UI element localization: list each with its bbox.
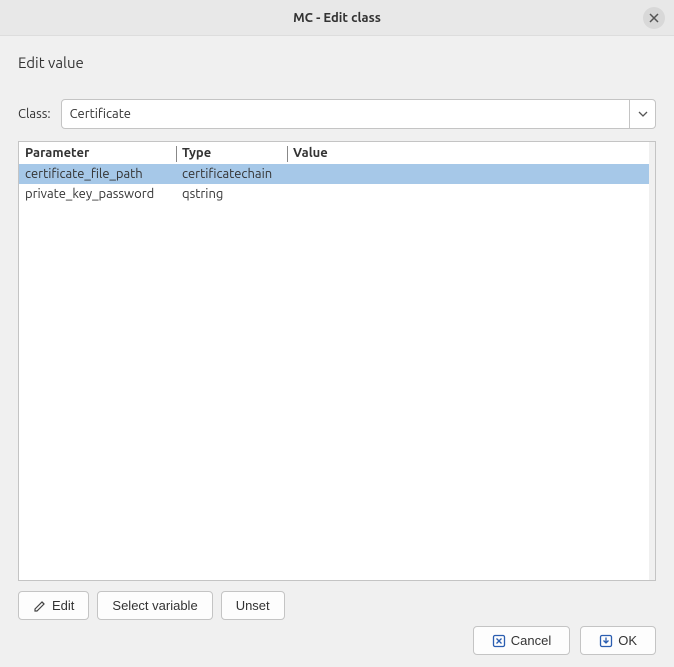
unset-button[interactable]: Unset	[221, 591, 285, 620]
ok-icon	[599, 634, 613, 648]
header-value[interactable]: Value	[287, 142, 655, 164]
cell-value	[287, 164, 655, 184]
parameter-table-wrapper: Parameter Type Value certificate_file_pa…	[18, 141, 656, 581]
table-header-row: Parameter Type Value	[19, 142, 655, 164]
cell-parameter: certificate_file_path	[19, 164, 176, 184]
class-select-dropdown-button[interactable]	[629, 100, 655, 128]
cancel-icon	[492, 634, 506, 648]
chevron-down-icon	[638, 111, 648, 117]
table-row[interactable]: certificate_file_pathcertificatechain	[19, 164, 655, 184]
titlebar: MC - Edit class	[0, 0, 674, 36]
dialog-content: Edit value Class: Certificate Parameter …	[0, 36, 674, 632]
class-select-value: Certificate	[62, 107, 629, 121]
edit-button[interactable]: Edit	[18, 591, 89, 620]
table-row[interactable]: private_key_passwordqstring	[19, 184, 655, 204]
action-row: Edit Select variable Unset	[18, 591, 656, 620]
column-separator	[287, 146, 288, 162]
header-type[interactable]: Type	[176, 142, 287, 164]
cell-type: qstring	[176, 184, 287, 204]
parameter-table[interactable]: Parameter Type Value certificate_file_pa…	[19, 142, 655, 204]
scrollbar[interactable]	[649, 142, 655, 580]
column-separator	[176, 146, 177, 162]
window-title: MC - Edit class	[293, 11, 381, 25]
class-label: Class:	[18, 107, 51, 121]
class-row: Class: Certificate	[18, 99, 656, 129]
cell-type: certificatechain	[176, 164, 287, 184]
cell-value	[287, 184, 655, 204]
ok-button[interactable]: OK	[580, 626, 656, 655]
select-variable-button[interactable]: Select variable	[97, 591, 212, 620]
edit-icon	[33, 599, 47, 613]
section-title: Edit value	[18, 54, 656, 71]
cancel-button[interactable]: Cancel	[473, 626, 570, 655]
close-icon	[649, 13, 659, 23]
class-select[interactable]: Certificate	[61, 99, 656, 129]
close-button[interactable]	[643, 7, 665, 29]
dialog-footer: Cancel OK	[473, 626, 656, 655]
cell-parameter: private_key_password	[19, 184, 176, 204]
header-parameter[interactable]: Parameter	[19, 142, 176, 164]
